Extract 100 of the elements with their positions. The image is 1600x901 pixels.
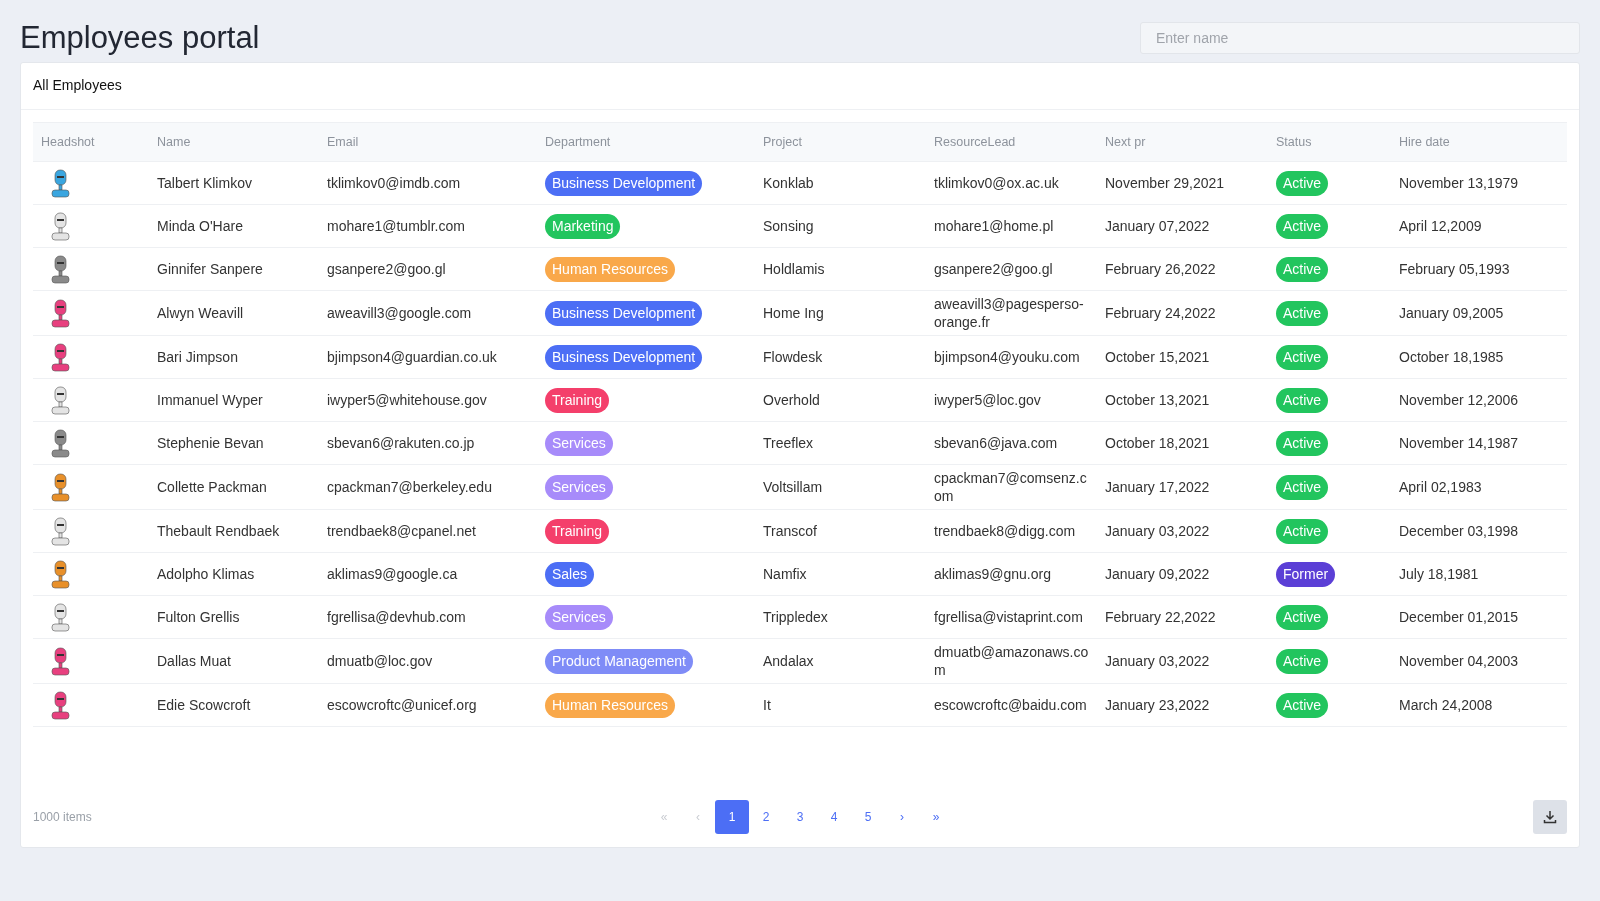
- pagination-button[interactable]: »: [919, 800, 953, 834]
- pagination-button[interactable]: 2: [749, 800, 783, 834]
- next-pr-date: January 03,2022: [1105, 523, 1210, 539]
- status-tag: Active: [1276, 170, 1329, 196]
- department-tag: Services: [545, 430, 613, 456]
- status-tag: Active: [1276, 387, 1329, 413]
- column-header: Next pr: [1105, 135, 1146, 149]
- email-text: aklimas9@google.ca: [327, 566, 458, 582]
- pagination-button[interactable]: ›: [885, 800, 919, 834]
- next-pr-date: February 26,2022: [1105, 261, 1216, 277]
- next-pr-date: January 03,2022: [1105, 653, 1210, 669]
- project-text: Home Ing: [763, 305, 824, 321]
- project-text: It: [763, 697, 771, 713]
- column-header: Status: [1276, 135, 1312, 149]
- status-tag: Active: [1276, 474, 1329, 500]
- hire-date: November 12,2006: [1399, 392, 1519, 408]
- name-text: Bari Jimpson: [157, 349, 238, 365]
- project-text: Konklab: [763, 175, 814, 191]
- email-text: gsanpere2@goo.gl: [327, 261, 446, 277]
- department-tag: Product Management: [545, 648, 693, 674]
- name-text: Immanuel Wyper: [157, 392, 263, 408]
- status-tag: Active: [1276, 300, 1329, 326]
- resource-lead-text: escowcroftc@baidu.com: [934, 697, 1087, 713]
- hire-date: April 12,2009: [1399, 218, 1482, 234]
- email-text: mohare1@tumblr.com: [327, 218, 465, 234]
- email-text: dmuatb@loc.gov: [327, 653, 433, 669]
- project-text: Treeflex: [763, 435, 814, 451]
- email-text: trendbaek8@cpanel.net: [327, 523, 476, 539]
- search-field[interactable]: Enter name: [1140, 22, 1580, 54]
- name-text: Stephenie Bevan: [157, 435, 264, 451]
- next-pr-date: October 15,2021: [1105, 349, 1210, 365]
- resource-lead-text: aweavill3@pagesperso-orange.fr: [934, 296, 1084, 330]
- resource-lead-text: dmuatb@amazonaws.com: [934, 644, 1089, 678]
- next-pr-date: January 23,2022: [1105, 697, 1210, 713]
- resource-lead-text: gsanpere2@goo.gl: [934, 261, 1053, 277]
- pagination-button[interactable]: 3: [783, 800, 817, 834]
- department-tag: Services: [545, 474, 613, 500]
- email-text: escowcroftc@unicef.org: [327, 697, 477, 713]
- status-tag: Active: [1276, 604, 1329, 630]
- project-text: Voltsillam: [763, 479, 823, 495]
- pagination-button[interactable]: 5: [851, 800, 885, 834]
- department-tag: Training: [545, 518, 610, 544]
- pagination-button[interactable]: 4: [817, 800, 851, 834]
- hire-date: March 24,2008: [1399, 697, 1493, 713]
- name-text: Dallas Muat: [157, 653, 231, 669]
- hire-date: December 03,1998: [1399, 523, 1519, 539]
- next-pr-date: January 07,2022: [1105, 218, 1210, 234]
- status-tag: Active: [1276, 692, 1329, 718]
- hire-date: February 05,1993: [1399, 261, 1510, 277]
- hire-date: November 14,1987: [1399, 435, 1519, 451]
- name-text: Adolpho Klimas: [157, 566, 255, 582]
- page-title: Employees portal: [20, 20, 260, 56]
- next-pr-date: October 13,2021: [1105, 392, 1210, 408]
- project-text: Namfix: [763, 566, 807, 582]
- column-header: Email: [327, 135, 359, 149]
- project-text: Trippledex: [763, 609, 828, 625]
- next-pr-date: November 29,2021: [1105, 175, 1225, 191]
- status-tag: Active: [1276, 344, 1329, 370]
- resource-lead-text: fgrellisa@vistaprint.com: [934, 609, 1083, 625]
- column-header: Hire date: [1399, 135, 1450, 149]
- project-text: Transcof: [763, 523, 817, 539]
- status-tag: Active: [1276, 256, 1329, 282]
- department-tag: Services: [545, 604, 613, 630]
- email-text: fgrellisa@devhub.com: [327, 609, 466, 625]
- name-text: Thebault Rendbaek: [157, 523, 280, 539]
- email-text: bjimpson4@guardian.co.uk: [327, 349, 497, 365]
- next-pr-date: January 17,2022: [1105, 479, 1210, 495]
- name-text: Minda O'Hare: [157, 218, 243, 234]
- project-text: Sonsing: [763, 218, 814, 234]
- status-tag: Active: [1276, 430, 1329, 456]
- department-tag: Business Development: [545, 344, 703, 370]
- name-text: Fulton Grellis: [157, 609, 240, 625]
- next-pr-date: February 22,2022: [1105, 609, 1216, 625]
- email-text: aweavill3@google.com: [327, 305, 472, 321]
- department-tag: Business Development: [545, 300, 703, 326]
- resource-lead-text: tklimkov0@ox.ac.uk: [934, 175, 1059, 191]
- status-tag: Former: [1276, 561, 1336, 587]
- email-text: cpackman7@berkeley.edu: [327, 479, 492, 495]
- next-pr-date: October 18,2021: [1105, 435, 1210, 451]
- column-header: Project: [763, 135, 802, 149]
- department-tag: Training: [545, 387, 610, 413]
- resource-lead-text: trendbaek8@digg.com: [934, 523, 1076, 539]
- email-text: iwyper5@whitehouse.gov: [327, 392, 487, 408]
- project-text: Overhold: [763, 392, 820, 408]
- hire-date: January 09,2005: [1399, 305, 1504, 321]
- hire-date: November 04,2003: [1399, 653, 1519, 669]
- resource-lead-text: mohare1@home.pl: [934, 218, 1054, 234]
- hire-date: December 01,2015: [1399, 609, 1519, 625]
- email-text: tklimkov0@imdb.com: [327, 175, 461, 191]
- next-pr-date: January 09,2022: [1105, 566, 1210, 582]
- download-button[interactable]: [1533, 800, 1567, 834]
- resource-lead-text: aklimas9@gnu.org: [934, 566, 1051, 582]
- name-text: Edie Scowcroft: [157, 697, 251, 713]
- hire-date: April 02,1983: [1399, 479, 1482, 495]
- name-text: Alwyn Weavill: [157, 305, 244, 321]
- column-header: Name: [157, 135, 191, 149]
- item-count: 1000 items: [33, 810, 92, 824]
- hire-date: November 13,1979: [1399, 175, 1519, 191]
- department-tag: Human Resources: [545, 692, 675, 718]
- pagination-button[interactable]: 1: [715, 800, 749, 834]
